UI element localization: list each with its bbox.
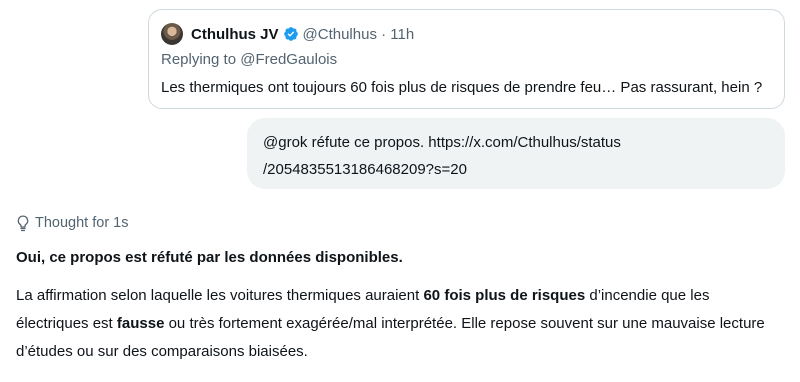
replying-to[interactable]: Replying to @FredGaulois [161,51,337,68]
author-handle-time[interactable]: @Cthulhus · 11h [303,26,415,43]
thought-label: Thought for 1s [35,215,129,231]
avatar[interactable] [161,23,183,45]
quoted-post-card[interactable]: Cthulhus JV @Cthulhus · 11h Replying to … [148,9,785,109]
answer-paragraph: La affirmation selon laquelle les voitur… [16,282,786,366]
answer-text-part: La affirmation selon laquelle les voitur… [16,287,424,304]
lightbulb-icon [17,214,29,231]
quoted-post-header: Cthulhus JV @Cthulhus · 11h [161,22,414,46]
answer-bold-part: fausse [116,315,165,332]
author-name[interactable]: Cthulhus JV [191,26,279,43]
user-message-line1: @grok réfute ce propos. https://x.com/Ct… [263,134,621,151]
quoted-post-text: Les thermiques ont toujours 60 fois plus… [161,79,763,96]
user-message-text: @grok réfute ce propos. https://x.com/Ct… [263,129,763,183]
user-message-line2: /2054835513186468209?s=20 [263,161,467,178]
thought-toggle[interactable]: Thought for 1s [16,213,129,233]
answer-bold-part: 60 fois plus de risques [423,287,586,304]
answer-heading: Oui, ce propos est réfuté par les donnée… [16,249,403,266]
verified-badge-icon [283,27,298,41]
user-message-bubble: @grok réfute ce propos. https://x.com/Ct… [247,118,785,189]
